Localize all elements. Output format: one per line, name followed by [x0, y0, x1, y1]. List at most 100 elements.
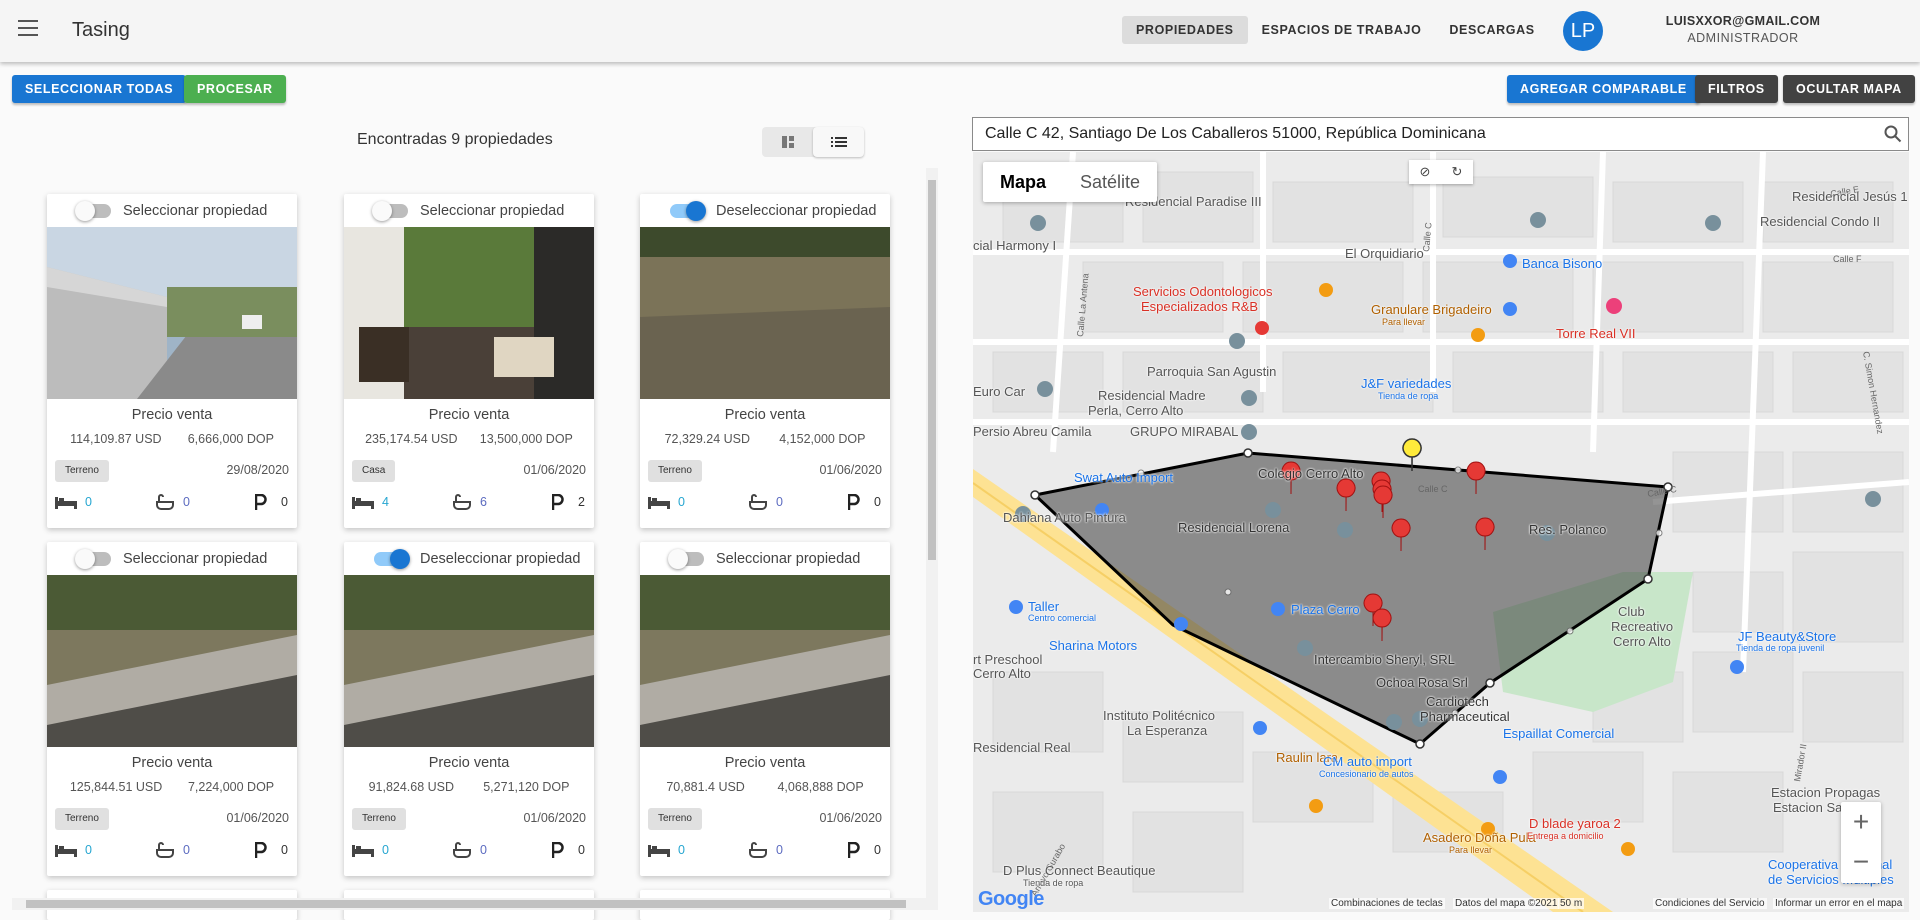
map-place-label[interactable]: GRUPO MIRABAL — [1130, 424, 1238, 439]
card-select-row[interactable]: Seleccionar propiedad — [47, 194, 297, 227]
zoom-in-button[interactable]: + — [1841, 802, 1881, 842]
map-place-label[interactable]: Para llevar — [1382, 317, 1425, 327]
map-place-label[interactable]: Colegio Cerro Alto — [1258, 466, 1364, 481]
map-place-label[interactable]: Recreativo — [1611, 619, 1673, 634]
map-place-label[interactable]: Cerro Alto — [973, 666, 1031, 681]
search-icon[interactable] — [1884, 125, 1902, 143]
map-place-label[interactable]: cial Harmony I — [973, 238, 1056, 253]
property-card[interactable]: Deseleccionar propiedad Precio venta 91,… — [344, 542, 594, 876]
map-place-label[interactable]: Instituto Politécnico — [1103, 708, 1215, 723]
map-place-label[interactable]: D blade yaroa 2 — [1529, 816, 1621, 831]
property-photo[interactable] — [47, 227, 297, 399]
filters-button[interactable]: FILTROS — [1695, 75, 1778, 103]
map-place-label[interactable]: D Plus Connect Beautique — [1003, 863, 1155, 878]
select-property-switch[interactable] — [75, 548, 111, 569]
scrollbar-thumb[interactable] — [26, 900, 906, 908]
map-place-label[interactable]: Para llevar — [1449, 845, 1492, 855]
property-photo[interactable] — [640, 227, 890, 399]
map-place-label[interactable]: Entrega a domicilio — [1527, 831, 1604, 841]
map-place-label[interactable]: Club — [1618, 604, 1645, 619]
zoom-out-button[interactable]: − — [1841, 842, 1881, 882]
select-property-switch[interactable] — [668, 548, 704, 569]
refresh-icon[interactable]: ↻ — [1441, 160, 1473, 184]
scrollbar-thumb[interactable] — [928, 180, 936, 560]
select-all-button[interactable]: SELECCIONAR TODAS — [12, 75, 187, 103]
grid-view-button[interactable] — [762, 127, 813, 157]
map-place-label[interactable]: Intercambio Sheryl, SRL — [1314, 652, 1455, 667]
map-place-label[interactable]: CM auto import — [1323, 754, 1412, 769]
map-place-label[interactable]: Residencial Real — [973, 740, 1071, 755]
map-place-label[interactable]: El Orquidiario — [1345, 246, 1424, 261]
map-place-label[interactable]: Espaillat Comercial — [1503, 726, 1614, 741]
cards-horizontal-scrollbar[interactable] — [12, 898, 938, 910]
map-place-label[interactable]: Estacion Propagas — [1771, 785, 1880, 800]
menu-icon[interactable] — [18, 20, 38, 36]
add-comparable-button[interactable]: AGREGAR COMPARABLE — [1507, 75, 1700, 103]
select-property-switch[interactable] — [372, 200, 408, 221]
property-photo[interactable] — [344, 227, 594, 399]
map-place-label[interactable]: JF Beauty&Store — [1738, 629, 1836, 644]
terms-link[interactable]: Condiciones del Servicio — [1653, 898, 1767, 909]
map-place-label[interactable]: Parroquia San Agustin — [1147, 364, 1276, 379]
map-place-label[interactable]: Tienda de ropa juvenil — [1736, 643, 1824, 653]
map-canvas[interactable]: Calle La Antena Calle C Calle C Calle C … — [973, 152, 1909, 912]
map-place-label[interactable]: Perla, Cerro Alto — [1088, 403, 1183, 418]
map-place-label[interactable]: Concesionario de autos — [1319, 769, 1414, 779]
map-place-label[interactable]: Sharina Motors — [1049, 638, 1137, 653]
property-card[interactable]: Seleccionar propiedad Precio venta 125,8… — [47, 542, 297, 876]
process-button[interactable]: PROCESAR — [184, 75, 286, 103]
property-photo[interactable] — [640, 575, 890, 747]
map-place-label[interactable]: Torre Real VII — [1556, 326, 1635, 341]
map-place-label[interactable]: Swat Auto Import — [1074, 470, 1173, 485]
report-error-link[interactable]: Informar un error en el mapa — [1773, 898, 1905, 909]
property-card[interactable]: Seleccionar propiedad Precio venta 70,88… — [640, 542, 890, 876]
select-property-switch[interactable] — [670, 200, 706, 221]
list-view-button[interactable] — [813, 127, 864, 157]
map-place-label[interactable]: Centro comercial — [1028, 613, 1096, 623]
map-place-label[interactable]: Res. Polanco — [1529, 522, 1606, 537]
map-place-label[interactable]: Residencial Lorena — [1178, 520, 1289, 535]
map-place-label[interactable]: Especializados R&B — [1141, 299, 1258, 314]
card-select-row[interactable]: Seleccionar propiedad — [344, 194, 594, 227]
map-place-label[interactable]: Asadero Doña Pula — [1423, 830, 1536, 845]
card-select-row[interactable]: Seleccionar propiedad — [640, 542, 890, 575]
map-place-label[interactable]: rt Preschool — [973, 652, 1042, 667]
select-property-switch[interactable] — [374, 548, 410, 569]
map-search-input[interactable] — [973, 119, 1884, 149]
map-place-label[interactable]: Servicios Odontologicos — [1133, 284, 1272, 299]
nav-espacios-de-trabajo[interactable]: ESPACIOS DE TRABAJO — [1248, 16, 1436, 44]
map-type-map[interactable]: Mapa — [983, 162, 1063, 202]
property-card[interactable]: Seleccionar propiedad Precio venta 114,1… — [47, 194, 297, 528]
map-place-label[interactable]: Residencial Madre — [1098, 388, 1206, 403]
map-place-label[interactable]: Residencial Condo II — [1760, 214, 1880, 229]
map-place-label[interactable]: Pharmaceutical — [1420, 709, 1510, 724]
property-card[interactable]: Seleccionar propiedad Precio venta 235,1… — [344, 194, 594, 528]
map-place-label[interactable]: Tienda de ropa — [1378, 391, 1438, 401]
nav-propiedades[interactable]: PROPIEDADES — [1122, 16, 1248, 44]
card-select-row[interactable]: Seleccionar propiedad — [47, 542, 297, 575]
map-place-label[interactable]: Residencial Jesús 1 — [1792, 189, 1908, 204]
cancel-draw-icon[interactable]: ⊘ — [1409, 160, 1441, 184]
hide-map-button[interactable]: OCULTAR MAPA — [1783, 75, 1915, 103]
map-place-label[interactable]: Euro Car — [973, 384, 1025, 399]
property-photo[interactable] — [47, 575, 297, 747]
map-place-label[interactable]: Cardiotech — [1426, 694, 1489, 709]
map-place-label[interactable]: Persio Abreu Camila — [973, 424, 1092, 439]
avatar[interactable]: LP — [1563, 11, 1603, 51]
map-place-label[interactable]: Ochoa Rosa Srl — [1376, 675, 1468, 690]
map-place-label[interactable]: Banca Bisono — [1522, 256, 1602, 271]
property-card[interactable]: Deseleccionar propiedad Precio venta 72,… — [640, 194, 890, 528]
map-place-label[interactable]: J&F variedades — [1361, 376, 1451, 391]
map-place-label[interactable]: Taller — [1028, 599, 1059, 614]
property-photo[interactable] — [344, 575, 594, 747]
map-place-label[interactable]: Tienda de ropa — [1023, 878, 1083, 888]
map-place-label[interactable]: Granulare Brigadeiro — [1371, 302, 1492, 317]
map-place-label[interactable]: Dahiana Auto Pintura — [1003, 510, 1126, 525]
card-select-row[interactable]: Deseleccionar propiedad — [640, 194, 890, 227]
keyboard-shortcuts-link[interactable]: Combinaciones de teclas — [1329, 898, 1445, 909]
user-info[interactable]: LUISXXOR@GMAIL.COM ADMINISTRADOR — [1648, 14, 1838, 45]
map-place-label[interactable]: Cerro Alto — [1613, 634, 1671, 649]
card-select-row[interactable]: Deseleccionar propiedad — [344, 542, 594, 575]
cards-vertical-scrollbar[interactable] — [926, 168, 938, 898]
map-place-label[interactable]: La Esperanza — [1127, 723, 1207, 738]
